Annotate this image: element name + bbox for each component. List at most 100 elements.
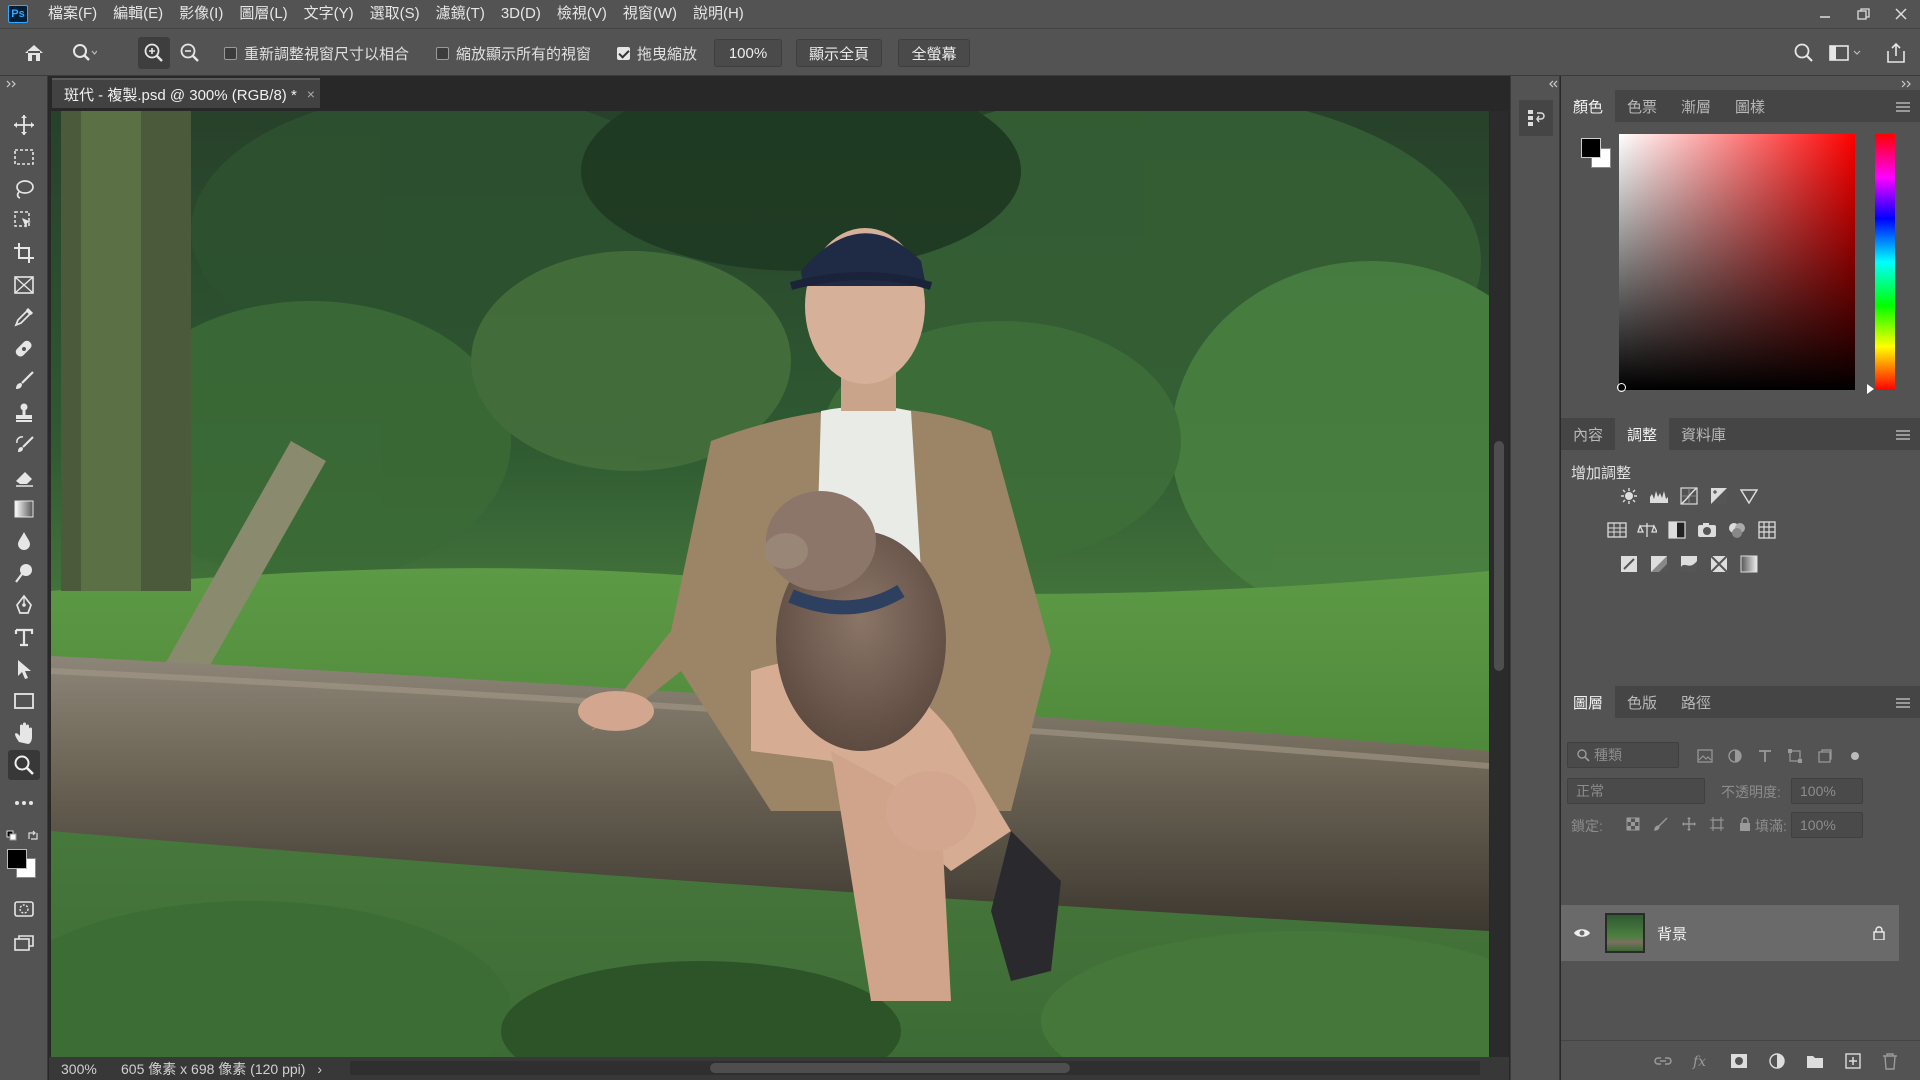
posterize-icon[interactable]: [1649, 554, 1669, 574]
menu-help[interactable]: 說明(H): [685, 0, 752, 28]
gradient-tool[interactable]: [8, 494, 40, 524]
tab-gradients[interactable]: 漸層: [1669, 90, 1723, 122]
lock-all-icon[interactable]: [1735, 814, 1755, 834]
hue-saturation-icon[interactable]: [1607, 520, 1627, 540]
dodge-tool[interactable]: [8, 558, 40, 588]
color-lookup-icon[interactable]: [1757, 520, 1777, 540]
collapse-panels-icon[interactable]: [1901, 80, 1913, 88]
tab-libraries[interactable]: 資料庫: [1669, 418, 1738, 450]
layers-panel-menu-icon[interactable]: [1896, 698, 1910, 708]
brightness-contrast-icon[interactable]: [1619, 486, 1639, 506]
zoom-level[interactable]: 300%: [49, 1061, 99, 1077]
resize-windows-checkbox[interactable]: [224, 47, 237, 60]
default-colors-icon[interactable]: [6, 830, 18, 842]
menu-file[interactable]: 檔案(F): [40, 0, 105, 28]
resize-windows-option[interactable]: 重新調整視窗尺寸以相合: [224, 43, 409, 64]
vertical-scroll-thumb[interactable]: [1494, 441, 1504, 671]
lasso-tool[interactable]: [8, 174, 40, 204]
hue-slider-handle[interactable]: [1867, 384, 1875, 394]
swap-colors-icon[interactable]: [27, 830, 39, 842]
hand-tool[interactable]: [8, 718, 40, 748]
gradient-map-icon[interactable]: [1739, 554, 1759, 574]
workspace-icon[interactable]: [1824, 37, 1868, 69]
lock-pixels-icon[interactable]: [1651, 814, 1671, 834]
tab-patterns[interactable]: 圖樣: [1723, 90, 1777, 122]
frame-tool[interactable]: [8, 270, 40, 300]
eye-icon[interactable]: [1573, 927, 1591, 939]
menu-image[interactable]: 影像(I): [171, 0, 231, 28]
zoom-all-windows-checkbox[interactable]: [436, 47, 449, 60]
layer-lock-icon[interactable]: [1873, 926, 1885, 940]
restore-button[interactable]: [1844, 0, 1882, 28]
path-selection-tool[interactable]: [8, 654, 40, 684]
filter-toggle-icon[interactable]: [1845, 746, 1865, 766]
tab-adjustments[interactable]: 調整: [1615, 418, 1670, 450]
foreground-color-swatch[interactable]: [7, 849, 27, 869]
screen-mode-button[interactable]: [8, 928, 40, 958]
panel-foreground-swatch[interactable]: [1581, 138, 1601, 158]
new-layer-icon[interactable]: [1844, 1052, 1862, 1070]
color-field[interactable]: [1619, 134, 1855, 390]
fill-input[interactable]: 100%: [1791, 812, 1863, 838]
layer-row-background[interactable]: 背景: [1561, 905, 1899, 961]
clone-stamp-tool[interactable]: [8, 398, 40, 428]
type-layer-filter-icon[interactable]: [1755, 746, 1775, 766]
blend-mode-select[interactable]: 正常: [1567, 778, 1705, 804]
new-adjustment-layer-icon[interactable]: [1768, 1052, 1786, 1070]
shape-layer-filter-icon[interactable]: [1785, 746, 1805, 766]
selective-color-icon[interactable]: [1709, 554, 1729, 574]
object-selection-tool[interactable]: [8, 206, 40, 236]
status-menu-arrow[interactable]: ›: [305, 1061, 322, 1077]
home-icon[interactable]: [18, 37, 50, 69]
vibrance-icon[interactable]: [1739, 486, 1759, 506]
lock-transparent-icon[interactable]: [1623, 814, 1643, 834]
quick-mask-button[interactable]: [8, 894, 40, 924]
smart-object-filter-icon[interactable]: [1815, 746, 1835, 766]
vertical-scrollbar[interactable]: [1490, 111, 1508, 1057]
new-group-icon[interactable]: [1806, 1053, 1824, 1069]
collapse-toolbar-icon[interactable]: [6, 80, 20, 88]
menu-filter[interactable]: 濾鏡(T): [428, 0, 493, 28]
menu-select[interactable]: 選取(S): [362, 0, 428, 28]
invert-icon[interactable]: [1619, 554, 1639, 574]
menu-3d[interactable]: 3D(D): [493, 0, 549, 28]
zoom-out-icon[interactable]: [174, 37, 206, 69]
eyedropper-tool[interactable]: [8, 302, 40, 332]
lock-artboard-icon[interactable]: [1707, 814, 1727, 834]
exposure-icon[interactable]: [1709, 486, 1729, 506]
healing-brush-tool[interactable]: [8, 334, 40, 364]
add-mask-icon[interactable]: [1730, 1053, 1748, 1069]
history-brush-tool[interactable]: [8, 430, 40, 460]
tab-layers[interactable]: 圖層: [1561, 686, 1616, 718]
link-layers-icon[interactable]: [1654, 1055, 1672, 1067]
search-icon[interactable]: [1788, 37, 1820, 69]
menu-layer[interactable]: 圖層(L): [231, 0, 295, 28]
menu-type[interactable]: 文字(Y): [296, 0, 362, 28]
brush-tool[interactable]: [8, 366, 40, 396]
minimize-button[interactable]: [1806, 0, 1844, 28]
lock-position-icon[interactable]: [1679, 814, 1699, 834]
tab-paths[interactable]: 路徑: [1669, 686, 1723, 718]
horizontal-scrollbar[interactable]: [350, 1061, 1480, 1075]
menu-view[interactable]: 檢視(V): [549, 0, 615, 28]
channel-mixer-icon[interactable]: [1727, 520, 1747, 540]
eraser-tool[interactable]: [8, 462, 40, 492]
layer-name[interactable]: 背景: [1657, 923, 1687, 944]
pixel-layer-filter-icon[interactable]: [1695, 746, 1715, 766]
photo-filter-icon[interactable]: [1697, 520, 1717, 540]
scrubby-zoom-checkbox[interactable]: [617, 47, 630, 60]
blur-tool[interactable]: [8, 526, 40, 556]
color-panel-menu-icon[interactable]: [1896, 102, 1910, 112]
tab-properties[interactable]: 內容: [1561, 418, 1615, 450]
color-balance-icon[interactable]: [1637, 520, 1657, 540]
type-tool[interactable]: [8, 622, 40, 652]
fill-screen-button[interactable]: 全螢幕: [898, 39, 970, 67]
marquee-tool[interactable]: [8, 142, 40, 172]
expand-panels-icon[interactable]: [1547, 80, 1559, 88]
zoom-tool[interactable]: [8, 750, 40, 780]
zoom-tool-preset-icon[interactable]: [68, 37, 100, 69]
curves-icon[interactable]: [1679, 486, 1699, 506]
zoom-100-button[interactable]: 100%: [714, 39, 782, 67]
pen-tool[interactable]: [8, 590, 40, 620]
adjustments-panel-menu-icon[interactable]: [1896, 430, 1910, 440]
